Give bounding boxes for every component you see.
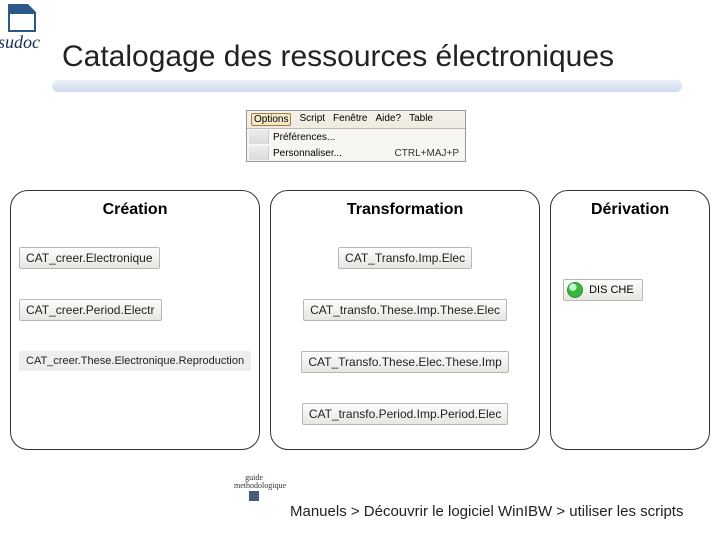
menu-dropdown: Préférences... Personnaliser... CTRL+MAJ… <box>247 128 465 161</box>
menu-item-personnaliser[interactable]: Personnaliser... CTRL+MAJ+P <box>247 145 465 161</box>
menu-icon-slot <box>249 146 269 160</box>
logo-icon <box>8 4 36 32</box>
btn-cat-transfo-these-elec-these-imp[interactable]: CAT_Transfo.These.Elec.These.Imp <box>301 351 508 373</box>
dische-label: DIS CHE <box>589 284 634 296</box>
menu-item-label: Préférences... <box>273 132 335 143</box>
btn-cat-creer-these-repro[interactable]: CAT_creer.These.Electronique.Reproductio… <box>19 351 251 371</box>
menubar-row: Options Script Fenêtre Aide? Table <box>247 111 465 128</box>
creation-button-stack: CAT_creer.Electronique CAT_creer.Period.… <box>19 239 251 379</box>
menu-fenetre[interactable]: Fenêtre <box>333 113 367 126</box>
btn-cat-transfo-period-imp-period-elec[interactable]: CAT_transfo.Period.Imp.Period.Elec <box>302 403 509 425</box>
globe-icon <box>567 282 583 298</box>
footer-logo: guide methodologique <box>234 474 274 501</box>
column-title-transformation: Transformation <box>279 201 531 219</box>
footer-logo-text: guide methodologique <box>234 474 274 490</box>
menu-item-preferences[interactable]: Préférences... <box>247 129 465 145</box>
menu-options[interactable]: Options <box>251 113 291 126</box>
btn-cat-creer-period-electr[interactable]: CAT_creer.Period.Electr <box>19 299 162 321</box>
footer-breadcrumb: Manuels > Découvrir le logiciel WinIBW >… <box>290 503 683 520</box>
column-creation: Création CAT_creer.Electronique CAT_cree… <box>10 190 260 450</box>
menu-item-shortcut: CTRL+MAJ+P <box>395 148 463 159</box>
page-title: Catalogage des ressources électroniques <box>62 40 614 74</box>
options-menu-screenshot: Options Script Fenêtre Aide? Table Préfé… <box>246 110 466 162</box>
logo: sudoc <box>4 4 40 53</box>
transformation-button-stack: CAT_Transfo.Imp.Elec CAT_transfo.These.I… <box>279 239 531 433</box>
btn-cat-creer-electronique[interactable]: CAT_creer.Electronique <box>19 247 160 269</box>
menu-table[interactable]: Table <box>409 113 433 126</box>
menu-item-label: Personnaliser... <box>273 148 342 159</box>
column-title-creation: Création <box>19 201 251 219</box>
footer-logo-square-icon <box>249 491 259 501</box>
logo-text: sudoc <box>0 32 40 53</box>
btn-dis-che[interactable]: DIS CHE <box>563 279 643 301</box>
menu-icon-slot <box>249 130 269 144</box>
columns-container: Création CAT_creer.Electronique CAT_cree… <box>10 190 710 450</box>
btn-cat-transfo-imp-elec[interactable]: CAT_Transfo.Imp.Elec <box>338 247 472 269</box>
column-transformation: Transformation CAT_Transfo.Imp.Elec CAT_… <box>270 190 540 450</box>
menu-script[interactable]: Script <box>299 113 325 126</box>
menu-aide[interactable]: Aide? <box>376 113 402 126</box>
title-underline <box>52 80 682 92</box>
column-title-derivation: Dérivation <box>559 201 701 219</box>
column-derivation: Dérivation DIS CHE <box>550 190 710 450</box>
btn-cat-transfo-these-imp-these-elec[interactable]: CAT_transfo.These.Imp.These.Elec <box>303 299 507 321</box>
